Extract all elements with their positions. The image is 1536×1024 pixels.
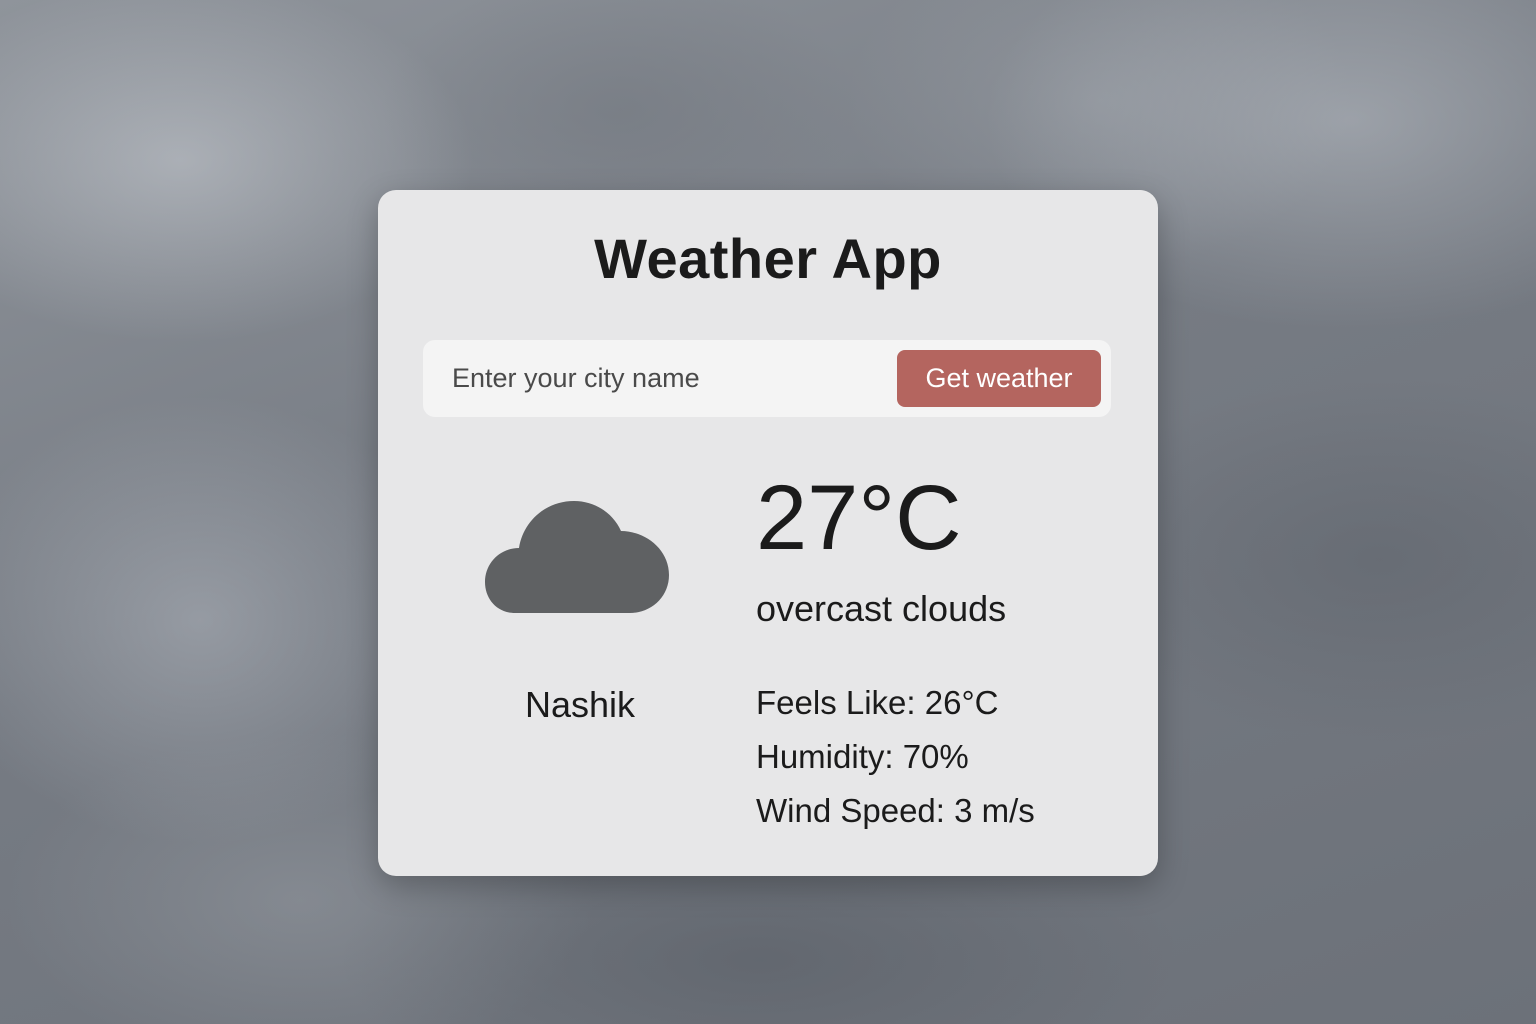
weather-card: Weather App Get weather Nashik 27°C over… <box>378 190 1158 876</box>
cloud-icon <box>485 501 669 613</box>
weather-description: overcast clouds <box>756 588 1007 629</box>
city-name: Nashik <box>524 684 636 725</box>
temperature: 27°C <box>756 467 962 569</box>
feels-like: Feels Like: 26°C <box>756 684 999 721</box>
wind-speed: Wind Speed: 3 m/s <box>756 792 1035 829</box>
humidity: Humidity: 70% <box>756 738 969 775</box>
search-bar: Get weather <box>423 340 1111 417</box>
app-title: Weather App <box>594 227 942 290</box>
city-input[interactable] <box>437 348 877 408</box>
get-weather-button[interactable]: Get weather <box>897 350 1101 407</box>
